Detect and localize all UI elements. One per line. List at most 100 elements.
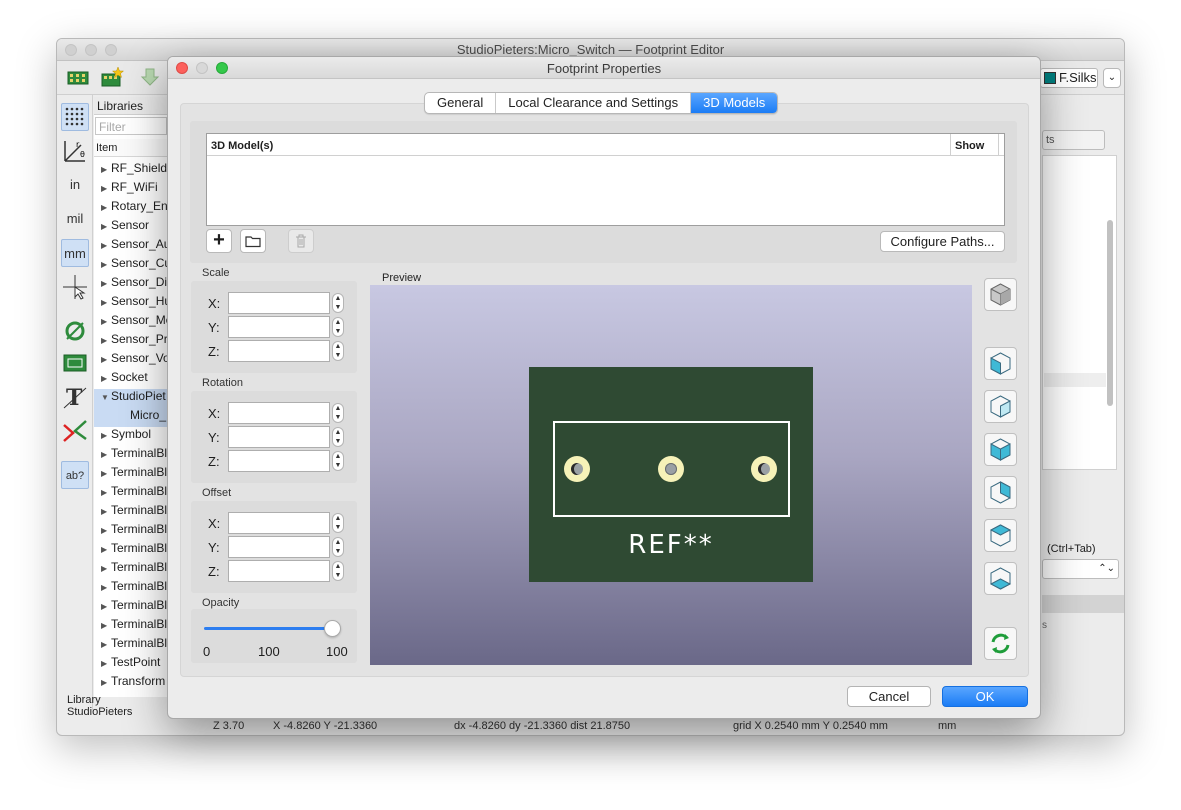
tab-3d-models[interactable]: 3D Models xyxy=(691,93,778,113)
pad-display-icon[interactable] xyxy=(61,317,89,345)
library-tree-item[interactable]: ▶ Sensor xyxy=(94,218,167,237)
triangle-right-icon[interactable]: ▶ xyxy=(101,298,111,307)
layer-select[interactable]: F.Silks xyxy=(1040,68,1098,88)
units-mil-icon[interactable]: mil xyxy=(61,205,89,233)
triangle-right-icon[interactable]: ▶ xyxy=(101,317,111,326)
rotation-y-stepper[interactable]: ▲ ▼ xyxy=(332,427,344,447)
triangle-right-icon[interactable]: ▶ xyxy=(101,488,111,497)
offset-x-stepper[interactable]: ▲ ▼ xyxy=(332,513,344,533)
rotation-z-input[interactable] xyxy=(228,450,330,472)
right-panel-tab[interactable]: ts xyxy=(1042,130,1105,150)
rotation-x-input[interactable] xyxy=(228,402,330,424)
offset-z-stepper[interactable]: ▲ ▼ xyxy=(332,561,344,581)
library-tree-item[interactable]: ▶Rotary_Enc xyxy=(94,199,167,218)
polar-coords-icon[interactable]: rθ xyxy=(61,137,89,165)
triangle-right-icon[interactable]: ▶ xyxy=(101,469,111,478)
library-tree-item[interactable]: ▶ TerminalBl xyxy=(94,598,167,617)
view-front-button[interactable] xyxy=(984,433,1017,466)
library-tree-item[interactable]: ▶ Sensor_Vo xyxy=(94,351,167,370)
text-variables-icon[interactable]: ab? xyxy=(61,461,89,489)
triangle-right-icon[interactable]: ▶ xyxy=(101,222,111,231)
graphics-display-icon[interactable] xyxy=(61,417,89,445)
right-list-scrollbar[interactable] xyxy=(1106,218,1114,528)
view-left-button[interactable] xyxy=(984,347,1017,380)
triangle-right-icon[interactable]: ▶ xyxy=(101,203,111,212)
new-from-wizard-icon[interactable] xyxy=(99,66,125,90)
cancel-button[interactable]: Cancel xyxy=(847,686,931,707)
library-tree-item[interactable]: ▼ StudioPiet xyxy=(94,389,167,408)
column-header-show[interactable]: Show xyxy=(955,140,984,152)
library-tree-item[interactable]: ▶ TerminalBl xyxy=(94,522,167,541)
view-3d-iso-button[interactable] xyxy=(984,278,1017,311)
library-tree-item[interactable]: ▶ Sensor_Di xyxy=(94,275,167,294)
library-tree-item[interactable]: ▶ Sensor_Pr xyxy=(94,332,167,351)
save-icon[interactable] xyxy=(137,66,163,90)
triangle-right-icon[interactable]: ▶ xyxy=(101,279,111,288)
library-tree-item[interactable]: ▶ Sensor_Cu xyxy=(94,256,167,275)
triangle-right-icon[interactable]: ▶ xyxy=(101,621,111,630)
view-top-button[interactable] xyxy=(984,519,1017,552)
library-tree-item[interactable]: ▶ TerminalBl xyxy=(94,636,167,655)
triangle-right-icon[interactable]: ▶ xyxy=(101,184,111,193)
triangle-right-icon[interactable]: ▶ xyxy=(101,526,111,535)
cursor-crosshair-icon[interactable] xyxy=(61,273,89,301)
library-tree-item[interactable]: ▶ TestPoint xyxy=(94,655,167,674)
library-tree-item[interactable]: ▶ RF_WiFi xyxy=(94,180,167,199)
text-display-icon[interactable]: T xyxy=(61,383,89,411)
view-bottom-button[interactable] xyxy=(984,562,1017,595)
library-tree-item[interactable]: ▶ Sensor_Mo xyxy=(94,313,167,332)
configure-paths-button[interactable]: Configure Paths... xyxy=(880,231,1005,252)
scale-x-stepper[interactable]: ▲ ▼ xyxy=(332,293,344,313)
triangle-right-icon[interactable]: ▶ xyxy=(101,450,111,459)
scale-x-input[interactable] xyxy=(228,292,330,314)
triangle-right-icon[interactable]: ▶ xyxy=(101,678,111,687)
library-tree-item[interactable]: ▶ TerminalBl xyxy=(94,484,167,503)
library-tree-child[interactable]: Micro_ xyxy=(94,408,167,427)
library-tree-item[interactable]: ▶ TerminalBl xyxy=(94,503,167,522)
scale-z-input[interactable] xyxy=(228,340,330,362)
view-back-button[interactable] xyxy=(984,476,1017,509)
layer-dropdown-button[interactable]: ⌄ xyxy=(1103,68,1121,88)
right-panel-combo[interactable]: ⌃⌄ xyxy=(1042,559,1119,579)
units-inch-icon[interactable]: in xyxy=(61,171,89,199)
ok-button[interactable]: OK xyxy=(942,686,1028,707)
new-footprint-icon[interactable] xyxy=(65,66,91,90)
tab-general[interactable]: General xyxy=(425,93,497,113)
grid-toggle-icon[interactable] xyxy=(61,103,89,131)
triangle-right-icon[interactable]: ▶ xyxy=(101,355,111,364)
library-filter-input[interactable]: Filter xyxy=(95,117,167,135)
rotation-z-stepper[interactable]: ▲ ▼ xyxy=(332,451,344,471)
library-tree-item[interactable]: ▶ TerminalBl xyxy=(94,446,167,465)
library-tree-item[interactable]: ▶ RF_Shieldi xyxy=(94,161,167,180)
add-model-button[interactable]: + xyxy=(206,229,232,253)
scale-z-stepper[interactable]: ▲ ▼ xyxy=(332,341,344,361)
triangle-right-icon[interactable]: ▶ xyxy=(101,602,111,611)
offset-z-input[interactable] xyxy=(228,560,330,582)
triangle-right-icon[interactable]: ▶ xyxy=(101,336,111,345)
triangle-right-icon[interactable]: ▶ xyxy=(101,564,111,573)
rotation-x-stepper[interactable]: ▲ ▼ xyxy=(332,403,344,423)
tab-local-clearance[interactable]: Local Clearance and Settings xyxy=(496,93,692,113)
library-tree-item[interactable]: ▶ Transform xyxy=(94,674,167,693)
triangle-right-icon[interactable]: ▶ xyxy=(101,583,111,592)
scale-y-input[interactable] xyxy=(228,316,330,338)
view-right-button[interactable] xyxy=(984,390,1017,423)
library-tree-item[interactable]: ▶ Sensor_Hu xyxy=(94,294,167,313)
browse-model-button[interactable] xyxy=(240,229,266,253)
item-column-header[interactable]: Item xyxy=(94,139,167,157)
triangle-right-icon[interactable]: ▶ xyxy=(101,659,111,668)
offset-y-stepper[interactable]: ▲ ▼ xyxy=(332,537,344,557)
library-tree-item[interactable]: ▶ Symbol xyxy=(94,427,167,446)
offset-y-input[interactable] xyxy=(228,536,330,558)
offset-x-input[interactable] xyxy=(228,512,330,534)
library-tree-item[interactable]: ▶ TerminalBl xyxy=(94,579,167,598)
units-mm-icon[interactable]: mm xyxy=(61,239,89,267)
triangle-right-icon[interactable]: ▶ xyxy=(101,165,111,174)
library-tree-item[interactable]: ▶ Socket xyxy=(94,370,167,389)
library-tree-item[interactable]: ▶ TerminalBl xyxy=(94,617,167,636)
delete-model-button[interactable] xyxy=(288,229,314,253)
triangle-right-icon[interactable]: ▶ xyxy=(101,431,111,440)
triangle-right-icon[interactable]: ▶ xyxy=(101,545,111,554)
triangle-down-icon[interactable]: ▼ xyxy=(101,393,111,402)
opacity-slider-track[interactable] xyxy=(204,627,334,630)
